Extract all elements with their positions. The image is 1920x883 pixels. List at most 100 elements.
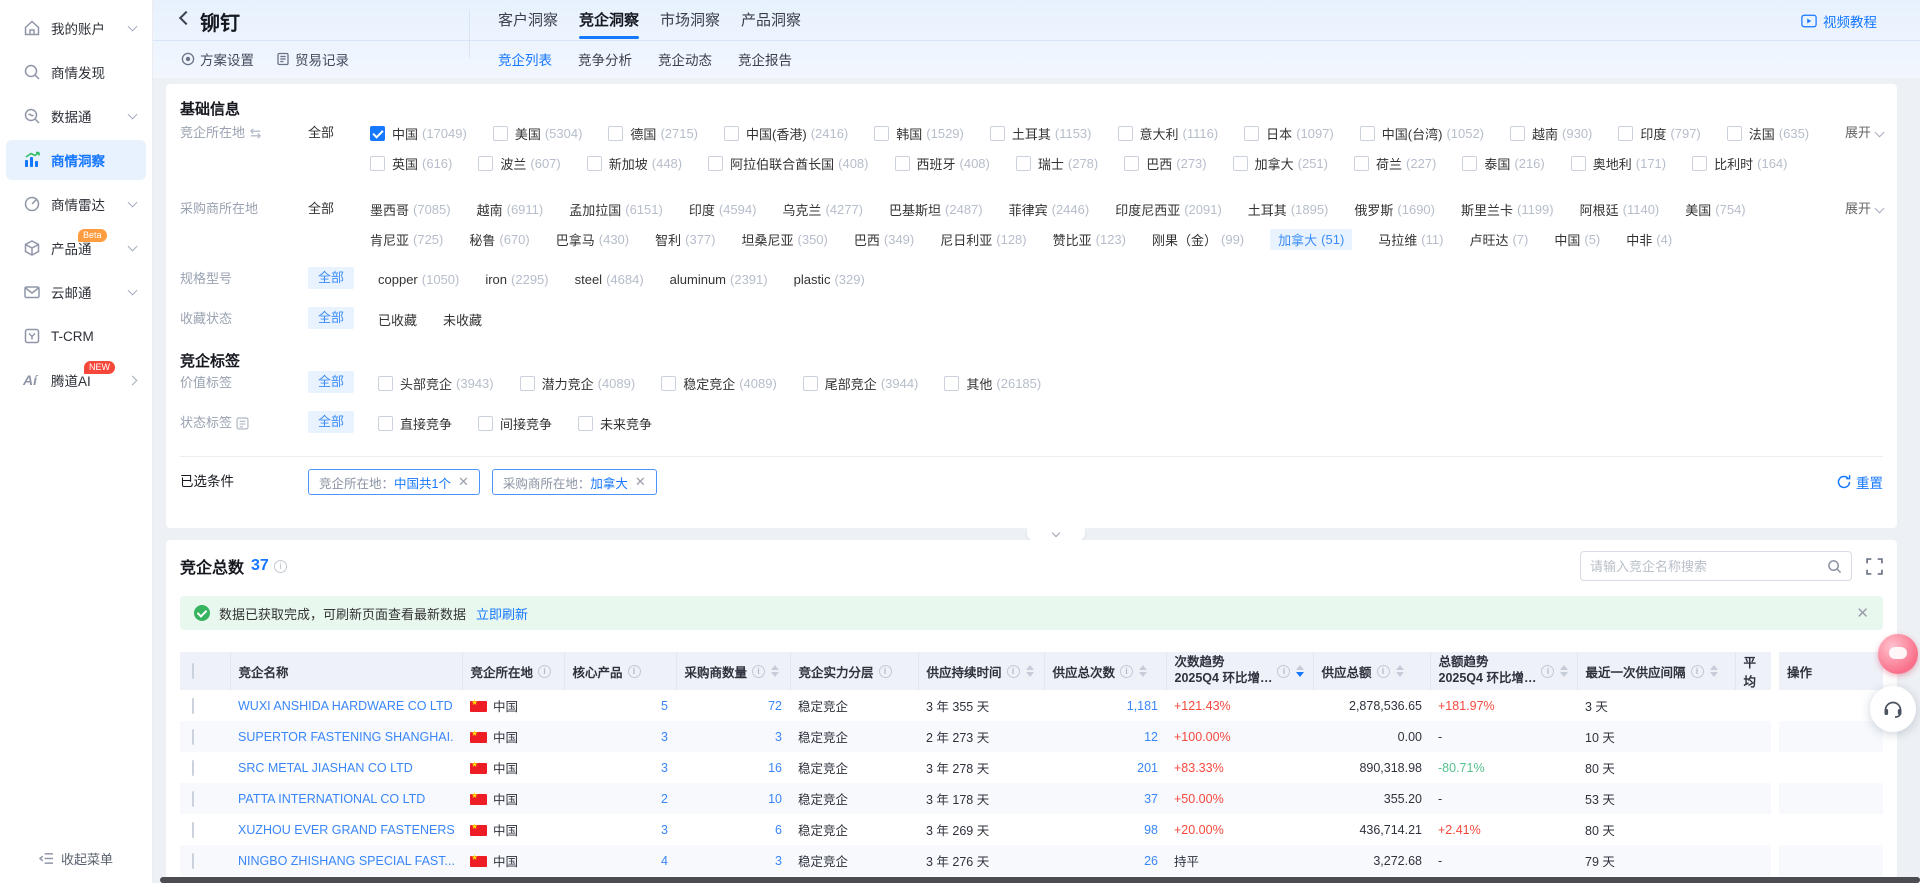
refresh-now-link[interactable]: 立即刷新: [476, 604, 528, 623]
competitor-country-option[interactable]: 印度(797): [1618, 124, 1700, 143]
sidebar-item-mail[interactable]: 云邮通: [6, 272, 146, 312]
sidebar-item-tcrm[interactable]: T-CRM: [6, 316, 146, 356]
competitor-country-option[interactable]: 中国(香港)(2416): [724, 124, 848, 143]
buyers-count[interactable]: 6: [676, 814, 790, 845]
buyer-location-all[interactable]: 全部: [308, 194, 370, 224]
buyer-country-option[interactable]: 巴西(349): [854, 230, 914, 249]
sort-icon[interactable]: [1296, 665, 1304, 677]
buyer-country-option[interactable]: 越南(6911): [477, 200, 544, 219]
competitor-country-option[interactable]: 英国(616): [370, 154, 452, 173]
subtab-竞企列表[interactable]: 竞企列表: [498, 49, 552, 69]
supply-total-count[interactable]: 201: [1044, 752, 1166, 783]
buyer-country-option[interactable]: 乌克兰(4277): [782, 200, 863, 219]
buyer-country-option[interactable]: 刚果（金）(99): [1152, 230, 1244, 249]
row-checkbox[interactable]: [192, 698, 194, 714]
company-name-link[interactable]: WUXI ANSHIDA HARDWARE CO LTD: [230, 690, 462, 721]
buyer-country-option[interactable]: 巴基斯坦(2487): [889, 200, 983, 219]
remove-tag-icon[interactable]: ✕: [458, 474, 469, 490]
core-products-count[interactable]: 3: [564, 752, 676, 783]
buyer-country-option[interactable]: 尼日利亚(128): [940, 230, 1026, 249]
row-checkbox[interactable]: [192, 791, 194, 807]
column-header-最近一次供应间隔[interactable]: 最近一次供应间隔i: [1577, 652, 1735, 690]
tab-产品洞察[interactable]: 产品洞察: [741, 9, 801, 39]
buyer-country-option[interactable]: 加拿大(51): [1270, 229, 1352, 250]
buyer-country-option[interactable]: 智利(377): [655, 230, 715, 249]
spec-option[interactable]: steel(4684): [575, 272, 644, 287]
buyer-country-option[interactable]: 阿根廷(1140): [1580, 200, 1660, 219]
buyer-country-option[interactable]: 墨西哥(7085): [370, 200, 451, 219]
customer-service-button[interactable]: [1870, 686, 1916, 732]
company-name-link[interactable]: XUZHOU EVER GRAND FASTENERS...: [230, 814, 462, 845]
company-name-link[interactable]: PATTA INTERNATIONAL CO LTD: [230, 783, 462, 814]
sort-icon[interactable]: [1710, 665, 1718, 677]
competitor-country-option[interactable]: 荷兰(227): [1354, 154, 1436, 173]
select-all-checkbox[interactable]: [192, 663, 194, 679]
column-header-供应总额[interactable]: 供应总额i: [1313, 652, 1430, 690]
video-tutorial-link[interactable]: 视频教程: [1801, 11, 1877, 31]
competitor-country-option[interactable]: 德国(2715): [608, 124, 698, 143]
value-tag-option[interactable]: 潜力竞企(4089): [520, 374, 636, 393]
column-header-供应持续时间[interactable]: 供应持续时间i: [918, 652, 1044, 690]
buyer-country-option[interactable]: 坦桑尼亚(350): [742, 230, 828, 249]
buyer-country-option[interactable]: 巴拿马(430): [556, 230, 629, 249]
competitor-country-option[interactable]: 越南(930): [1510, 124, 1592, 143]
buyer-country-option[interactable]: 秘鲁(670): [469, 230, 529, 249]
supply-total-count[interactable]: 37: [1044, 783, 1166, 814]
value-tag-all[interactable]: 全部: [308, 371, 354, 393]
company-name-link[interactable]: SUPERTOR FASTENING SHANGHAI...: [230, 721, 462, 752]
value-tag-option[interactable]: 尾部竞企(3944): [803, 374, 919, 393]
competitor-country-option[interactable]: 波兰(607): [478, 154, 560, 173]
collapse-menu-button[interactable]: 收起菜单: [0, 843, 152, 873]
buyers-count[interactable]: 16: [676, 752, 790, 783]
favorite-option[interactable]: 未收藏: [443, 310, 482, 329]
status-tag-option[interactable]: 未来竞争: [578, 414, 652, 433]
competitor-country-option[interactable]: 土耳其(1153): [990, 124, 1092, 143]
back-button[interactable]: [179, 11, 193, 25]
status-tag-all[interactable]: 全部: [308, 411, 354, 433]
competitor-country-option[interactable]: 中国(17049): [370, 124, 467, 143]
buyer-country-option[interactable]: 卢旺达(7): [1469, 230, 1528, 249]
column-header-供应总次数[interactable]: 供应总次数i: [1044, 652, 1166, 690]
competitor-country-option[interactable]: 日本(1097): [1244, 124, 1334, 143]
sidebar-item-data[interactable]: 数据通: [6, 96, 146, 136]
sidebar-item-insight[interactable]: 商情洞察: [6, 140, 146, 180]
sort-icon[interactable]: [1560, 665, 1568, 677]
supply-total-count[interactable]: 12: [1044, 721, 1166, 752]
competitor-country-option[interactable]: 新加坡(448): [587, 154, 682, 173]
reset-button[interactable]: 重置: [1837, 472, 1883, 492]
search-icon[interactable]: [1827, 559, 1842, 574]
competitor-country-option[interactable]: 美国(5304): [493, 124, 583, 143]
status-tag-option[interactable]: 直接竞争: [378, 414, 452, 433]
buyer-country-option[interactable]: 土耳其(1895): [1248, 200, 1329, 219]
fullscreen-icon[interactable]: [1866, 558, 1883, 575]
buyer-country-option[interactable]: 赞比亚(123): [1053, 230, 1126, 249]
sort-icon[interactable]: [1026, 665, 1034, 677]
toolbar-贸易记录[interactable]: 贸易记录: [276, 49, 349, 69]
competitor-country-option[interactable]: 瑞士(278): [1016, 154, 1098, 173]
sidebar-item-product[interactable]: 产品通Beta: [6, 228, 146, 268]
sort-icon[interactable]: [771, 665, 779, 677]
sidebar-item-radar[interactable]: 商情雷达: [6, 184, 146, 224]
core-products-count[interactable]: 4: [564, 845, 676, 876]
status-tag-option[interactable]: 间接竞争: [478, 414, 552, 433]
buyer-country-option[interactable]: 肯尼亚(725): [370, 230, 443, 249]
column-header-总额趋势[interactable]: 总额趋势2025Q4 环比增…i: [1430, 652, 1577, 690]
sidebar-item-ai[interactable]: Aí腾道AINEW: [6, 360, 146, 400]
subtab-竞企报告[interactable]: 竞企报告: [738, 49, 792, 69]
column-header-次数趋势[interactable]: 次数趋势2025Q4 环比增…i: [1166, 652, 1313, 690]
competitor-country-option[interactable]: 阿拉伯联合酋长国(408): [708, 154, 868, 173]
row-checkbox[interactable]: [192, 760, 194, 776]
toolbar-方案设置[interactable]: 方案设置: [181, 49, 254, 69]
buyers-count[interactable]: 3: [676, 721, 790, 752]
favorite-status-all[interactable]: 全部: [308, 307, 354, 329]
buyer-country-option[interactable]: 印度(4594): [689, 200, 757, 219]
subtab-竞企动态[interactable]: 竞企动态: [658, 49, 712, 69]
buyers-count[interactable]: 10: [676, 783, 790, 814]
close-alert-icon[interactable]: ✕: [1856, 604, 1869, 622]
mascot-floating-button[interactable]: [1878, 634, 1918, 674]
competitor-country-option[interactable]: 加拿大(251): [1233, 154, 1328, 173]
buyer-country-option[interactable]: 中国(5): [1554, 230, 1600, 249]
spec-model-all[interactable]: 全部: [308, 267, 354, 289]
tab-竞企洞察[interactable]: 竞企洞察: [579, 9, 639, 39]
buyer-country-option[interactable]: 美国(754): [1685, 200, 1745, 219]
